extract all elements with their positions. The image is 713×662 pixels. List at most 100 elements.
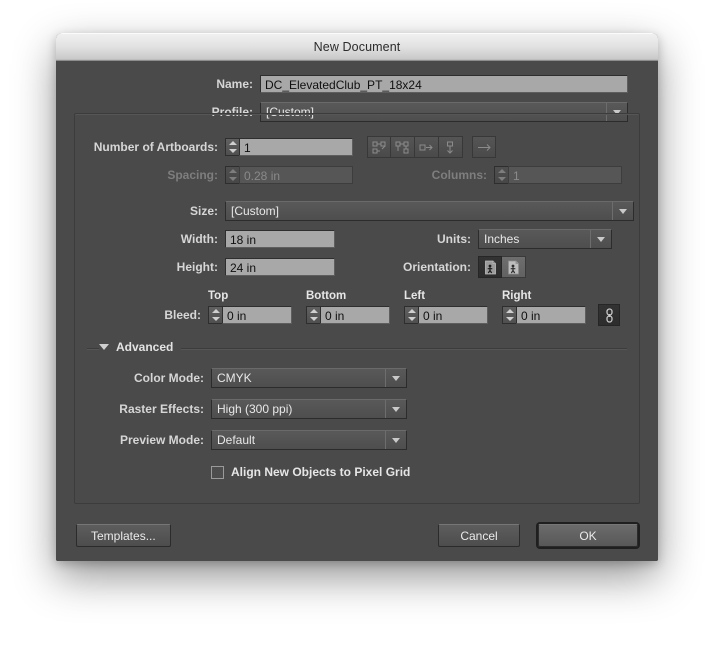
columns-stepper: 1 [494,166,622,184]
templates-button[interactable]: Templates... [76,524,171,547]
artboard-grid-by-column-button[interactable] [391,136,415,158]
window-title: New Document [313,40,401,54]
height-label: Height: [176,260,218,274]
chevron-down-icon [385,431,406,449]
bleed-top-header: Top [208,290,229,302]
advanced-section: Advanced Color Mode: CMYK Raster Effects… [87,340,627,483]
bleed-link-button[interactable] [598,304,620,326]
units-label: Units: [437,232,471,246]
cancel-button[interactable]: Cancel [438,524,520,547]
bleed-bottom-stepper[interactable]: 0 in [306,306,390,324]
artboard-arrange-row-button[interactable] [415,136,439,158]
title-bar[interactable]: New Document [56,33,658,61]
dialog-body: Name: DC_ElevatedClub_PT_18x24 Profile: … [56,73,658,561]
bleed-left-input[interactable]: 0 in [418,306,488,324]
document-settings-group: Number of Artboards: 1 Spacing: 0.28 in … [74,113,640,504]
artboard-arrangement-buttons [367,136,496,158]
width-input[interactable]: 18 in [225,230,335,248]
chevron-down-icon [385,369,406,387]
height-input[interactable]: 24 in [225,258,335,276]
height-orientation-row: Height: 24 in Orientation: [75,256,639,278]
bleed-left-header: Left [404,290,426,302]
raster-effects-select[interactable]: High (300 ppi) [211,399,407,419]
units-value: Inches [484,232,520,246]
advanced-title: Advanced [116,340,174,354]
preview-mode-value: Default [217,433,256,447]
chevron-down-icon [612,202,633,220]
name-row: Name: DC_ElevatedClub_PT_18x24 [56,73,658,95]
artboards-input[interactable]: 1 [239,138,353,156]
bleed-top-spinner[interactable] [208,306,222,324]
artboard-grid-by-row-button[interactable] [367,136,391,158]
bleed-top-stepper[interactable]: 0 in [208,306,292,324]
bleed-right-stepper[interactable]: 0 in [502,306,586,324]
artboard-grid-by-row-icon [372,141,385,153]
bleed-left-stepper[interactable]: 0 in [404,306,488,324]
artboard-right-to-left-icon [477,143,491,151]
orientation-portrait-icon [484,260,496,274]
bleed-left-spinner[interactable] [404,306,418,324]
raster-effects-label: Raster Effects: [119,402,204,416]
artboards-row: Number of Artboards: 1 [75,136,639,158]
artboard-direction-button[interactable] [472,136,496,158]
bleed-top-input[interactable]: 0 in [222,306,292,324]
spacing-spinner [225,166,239,184]
bleed-right-input[interactable]: 0 in [516,306,586,324]
dialog-footer: Templates... Cancel OK [76,524,638,547]
spacing-columns-row: Spacing: 0.28 in Columns: 1 [75,164,639,186]
bleed-right-header: Right [502,290,532,302]
preview-mode-select[interactable]: Default [211,430,407,450]
raster-effects-row: Raster Effects: High (300 ppi) [87,398,627,420]
bleed-link-chain-icon [605,307,613,323]
color-mode-row: Color Mode: CMYK [87,367,627,389]
orientation-landscape-button[interactable] [502,256,526,278]
color-mode-select[interactable]: CMYK [211,368,407,388]
spacing-input: 0.28 in [239,166,353,184]
size-select[interactable]: [Custom] [225,201,634,221]
orientation-label: Orientation: [403,260,471,274]
spacing-label: Spacing: [167,168,218,182]
chevron-down-icon [590,230,611,248]
size-label: Size: [189,204,218,218]
orientation-buttons [478,256,526,278]
chevron-down-icon [385,400,406,418]
ok-button[interactable]: OK [538,524,638,547]
raster-effects-value: High (300 ppi) [217,402,293,416]
advanced-toggle[interactable]: Advanced [99,340,182,354]
width-label: Width: [180,232,218,246]
preview-mode-label: Preview Mode: [119,433,204,447]
bleed-row: Bleed: 0 in 0 in 0 in 0 in [75,304,639,326]
bleed-right-spinner[interactable] [502,306,516,324]
artboard-arrange-column-button[interactable] [439,136,463,158]
align-pixel-grid-row[interactable]: Align New Objects to Pixel Grid [87,461,627,483]
new-document-dialog: New Document Name: DC_ElevatedClub_PT_18… [56,33,658,561]
artboards-spinner[interactable] [225,138,239,156]
bleed-headers: Top Bottom Left Right [75,290,639,302]
size-value: [Custom] [231,204,280,218]
name-label: Name: [216,77,253,91]
width-units-row: Width: 18 in Units: Inches [75,228,639,250]
columns-spinner [494,166,508,184]
columns-label: Columns: [431,168,487,182]
bleed-label: Bleed: [164,308,201,322]
orientation-portrait-button[interactable] [478,256,502,278]
bleed-bottom-spinner[interactable] [306,306,320,324]
chevron-down-icon [99,344,109,350]
spacing-stepper: 0.28 in [225,166,353,184]
units-select[interactable]: Inches [478,229,612,249]
align-pixel-grid-label: Align New Objects to Pixel Grid [231,465,411,479]
orientation-landscape-icon [508,260,519,274]
preview-mode-row: Preview Mode: Default [87,429,627,451]
name-input[interactable]: DC_ElevatedClub_PT_18x24 [260,75,628,93]
bleed-bottom-header: Bottom [306,290,347,302]
color-mode-label: Color Mode: [134,371,204,385]
artboards-label: Number of Artboards: [93,140,218,154]
bleed-bottom-input[interactable]: 0 in [320,306,390,324]
columns-input: 1 [508,166,622,184]
size-row: Size: [Custom] [75,200,639,222]
align-pixel-grid-checkbox[interactable] [211,465,224,479]
artboard-arrange-column-icon [447,141,453,154]
artboard-grid-by-column-icon [395,141,409,153]
artboards-stepper[interactable]: 1 [225,138,353,156]
color-mode-value: CMYK [217,371,252,385]
